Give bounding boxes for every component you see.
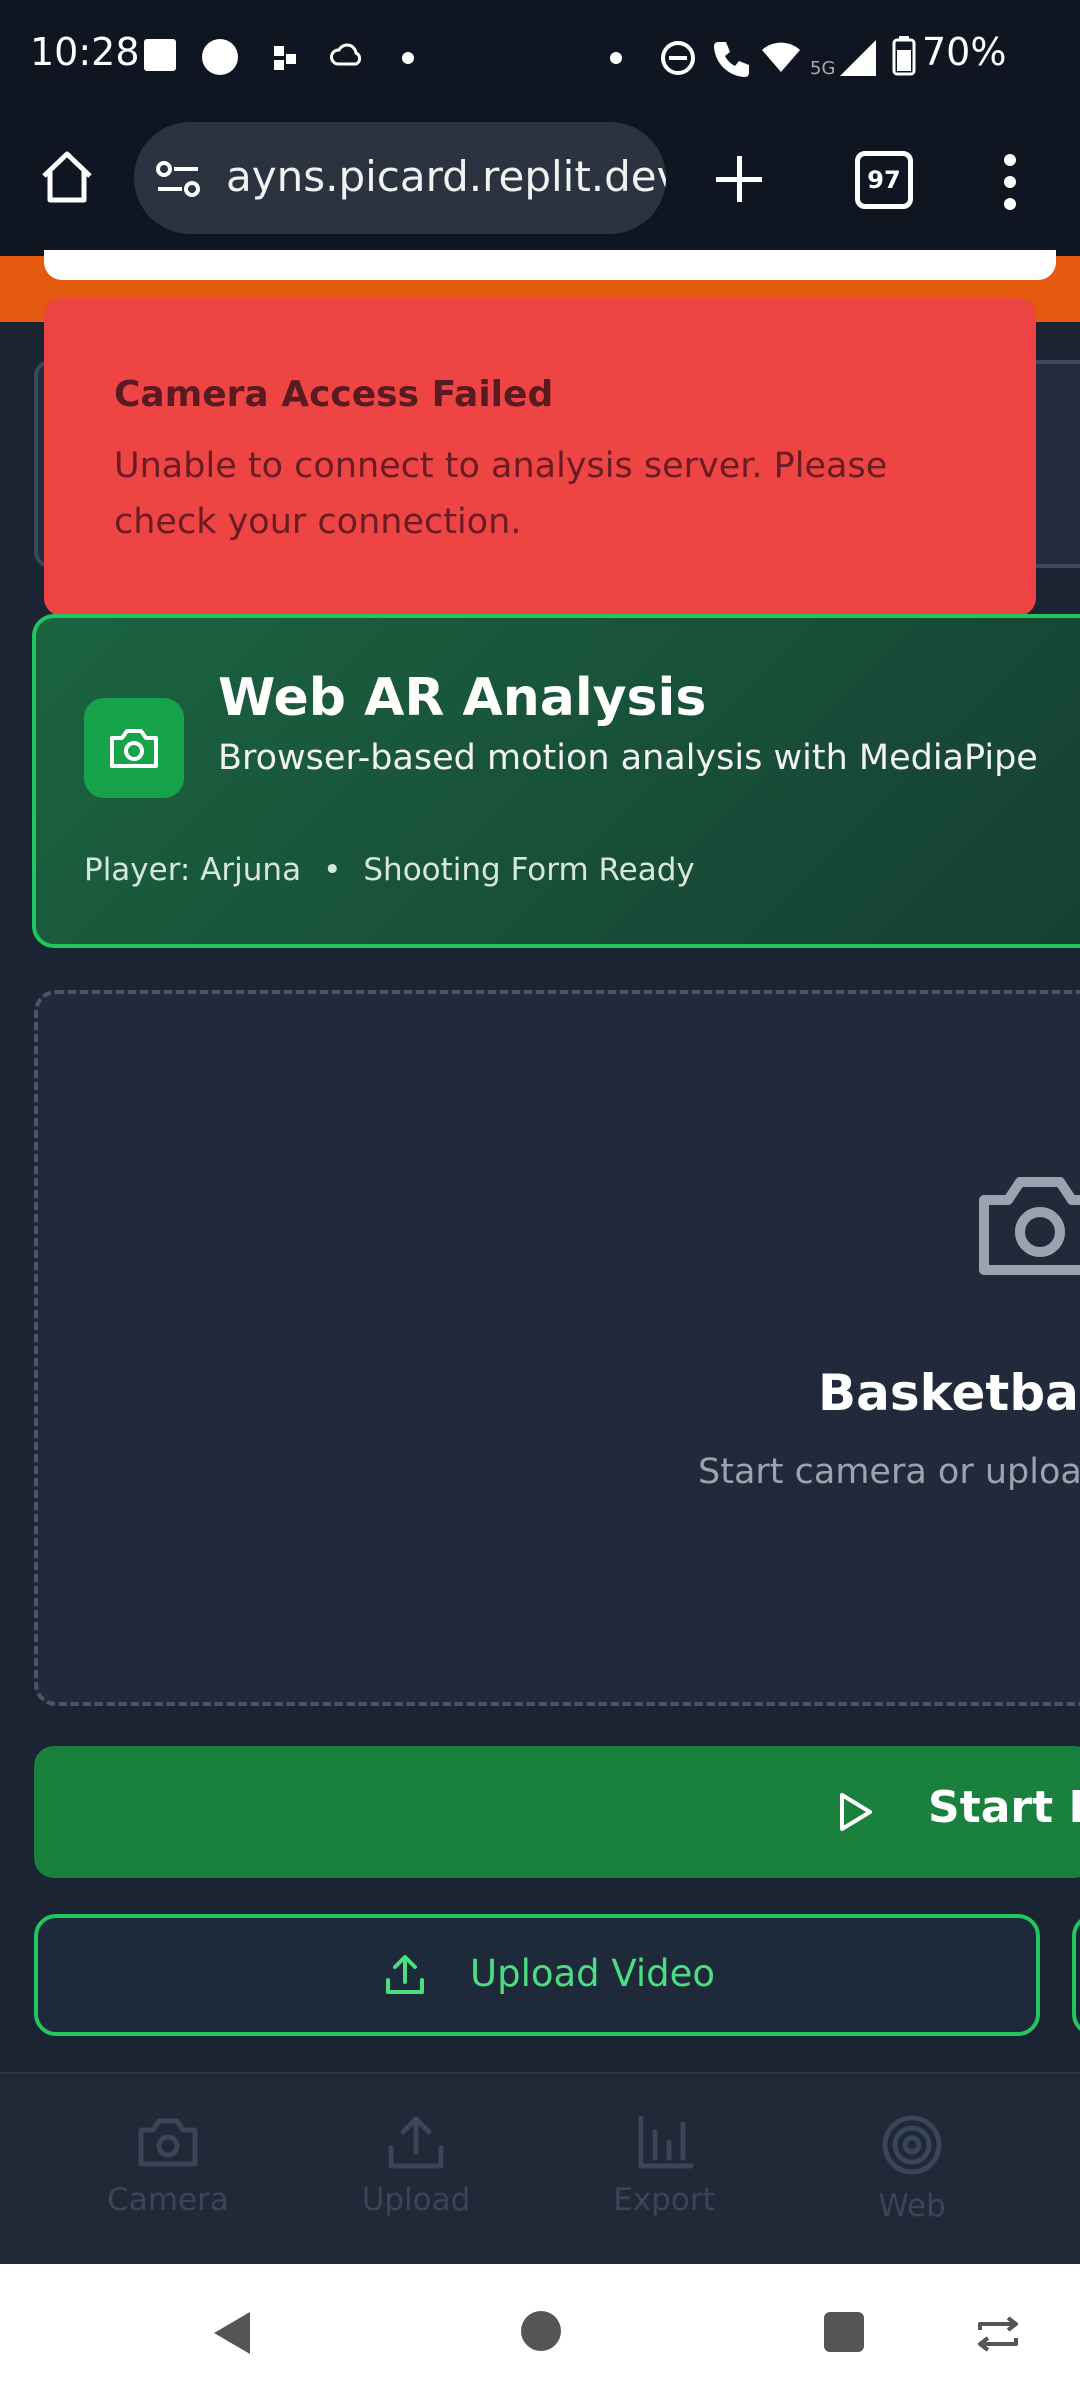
web-ar-card: Web AR Analysis Browser-based motion ana… [32, 614, 1080, 948]
nav-item-export[interactable]: Export [584, 2114, 744, 2218]
rotate-icon[interactable] [974, 2316, 1022, 2352]
notification-square-icon [144, 39, 176, 71]
start-live-label: Start Liv [928, 1782, 1080, 1833]
target-icon [882, 2115, 942, 2175]
browser-toolbar: ayns.picard.replit.dev 97 [0, 118, 1080, 256]
dnd-icon [660, 40, 696, 80]
battery-level: 70% [922, 30, 1007, 74]
player-label: Player: Arjuna [84, 852, 302, 888]
toast-message: Unable to connect to analysis server. Pl… [114, 446, 888, 542]
camera-preview-area[interactable]: Basketball Start camera or upload [34, 990, 1080, 1706]
recents-icon[interactable] [822, 2310, 866, 2354]
nav-label-export: Export [613, 2182, 715, 2218]
status-bar: 10:28 5G 70% [0, 0, 1080, 118]
nav-label-web: Web [878, 2188, 946, 2224]
ar-card-subtitle: Browser-based motion analysis with Media… [218, 738, 1038, 778]
home-button[interactable] [36, 146, 98, 208]
secondary-button-edge[interactable] [1072, 1914, 1080, 2036]
signal-icon [838, 38, 878, 82]
upload-icon [386, 1955, 424, 1994]
upload-video-label: Upload Video [470, 1952, 716, 1995]
camera-icon [138, 2118, 198, 2167]
header-card-edge [44, 250, 1056, 280]
upload-icon [388, 2116, 444, 2169]
url-text: ayns.picard.replit.dev [226, 152, 666, 201]
play-icon [840, 1793, 872, 1831]
nav-item-camera[interactable]: Camera [88, 2114, 248, 2218]
preview-title: Basketball [818, 1364, 1080, 1422]
camera-icon [974, 1162, 1080, 1296]
status-time: 10:28 [30, 30, 140, 74]
dot-icon [402, 52, 414, 64]
ar-card-meta: Player: Arjuna • Shooting Form Ready [84, 852, 695, 888]
dot-icon [610, 52, 622, 64]
ar-card-title: Web AR Analysis [218, 668, 707, 728]
status-label: Shooting Form Ready [363, 852, 695, 888]
nav-item-web[interactable]: Web [832, 2114, 992, 2224]
nav-label-upload: Upload [361, 2182, 471, 2218]
preview-subtitle: Start camera or upload [698, 1452, 1080, 1492]
battery-icon [892, 36, 916, 80]
wifi-icon [760, 40, 802, 78]
address-bar[interactable]: ayns.picard.replit.dev [134, 122, 666, 234]
plus-icon [716, 156, 762, 202]
home-icon [42, 151, 92, 203]
nav-item-upload[interactable]: Upload [336, 2114, 496, 2218]
bar-chart-icon [638, 2115, 694, 2169]
new-tab-button[interactable] [704, 144, 774, 214]
tab-switcher-button[interactable]: 97 [855, 151, 913, 209]
wifi-call-icon [712, 38, 752, 82]
ar-icon-box [84, 698, 184, 798]
more-menu-button[interactable] [1000, 152, 1020, 212]
more-vert-icon [1004, 154, 1016, 210]
start-live-button[interactable]: Start Liv [34, 1746, 1080, 1878]
camera-icon [110, 729, 158, 768]
cloud-icon [330, 42, 364, 72]
bottom-navigation: Camera Upload Export Web [0, 2072, 1080, 2266]
error-toast[interactable]: Camera Access Failed Unable to connect t… [44, 298, 1036, 616]
notification-circle-icon [202, 39, 238, 75]
back-icon[interactable] [208, 2308, 256, 2358]
system-navigation-bar [0, 2264, 1080, 2400]
separator-dot: • [323, 852, 342, 888]
notification-app-icon [274, 46, 296, 70]
home-circle-icon[interactable] [520, 2310, 562, 2352]
network-type: 5G [810, 58, 836, 79]
upload-video-button[interactable]: Upload Video [34, 1914, 1040, 2036]
site-settings-icon[interactable] [156, 160, 200, 204]
toast-title: Camera Access Failed [114, 374, 554, 415]
nav-label-camera: Camera [107, 2182, 229, 2218]
